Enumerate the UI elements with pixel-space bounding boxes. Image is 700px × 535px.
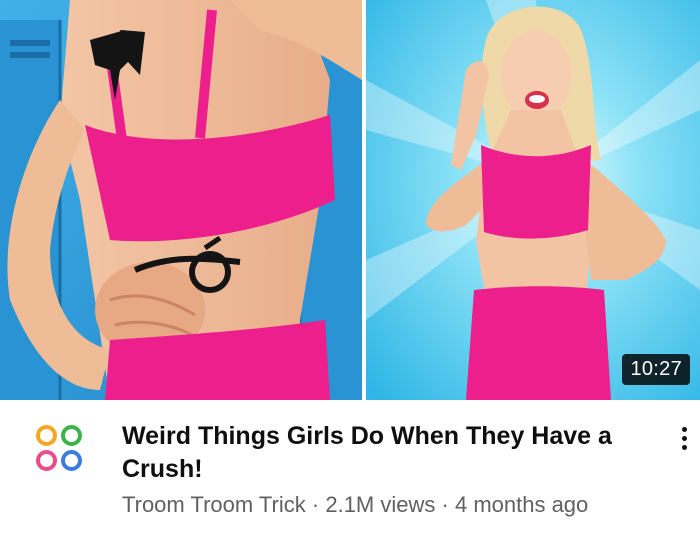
channel-avatar [36,425,82,471]
back-view-illustration [0,0,362,400]
upload-age: 4 months ago [454,492,589,517]
meta-separator: · [311,492,320,517]
vertical-ellipsis-icon[interactable] [672,424,696,456]
video-subtitle-line: Troom Troom Trick · 2.1M views · 4 month… [122,492,682,518]
four-petal-flower-logo-icon[interactable] [34,423,84,473]
meta-separator: · [441,492,449,517]
thumbnail-left-panel [0,0,362,400]
girl-illustration [366,0,700,400]
video-title[interactable]: Weird Things Girls Do When They Have a C… [122,420,642,486]
video-metadata: Weird Things Girls Do When They Have a C… [0,400,700,535]
view-count: 2.1M views [325,492,436,517]
video-thumbnail[interactable]: 10:27 [0,0,700,400]
video-duration-badge: 10:27 [622,354,690,385]
channel-name[interactable]: Troom Troom Trick [122,492,306,517]
thumbnail-right-panel [366,0,700,400]
